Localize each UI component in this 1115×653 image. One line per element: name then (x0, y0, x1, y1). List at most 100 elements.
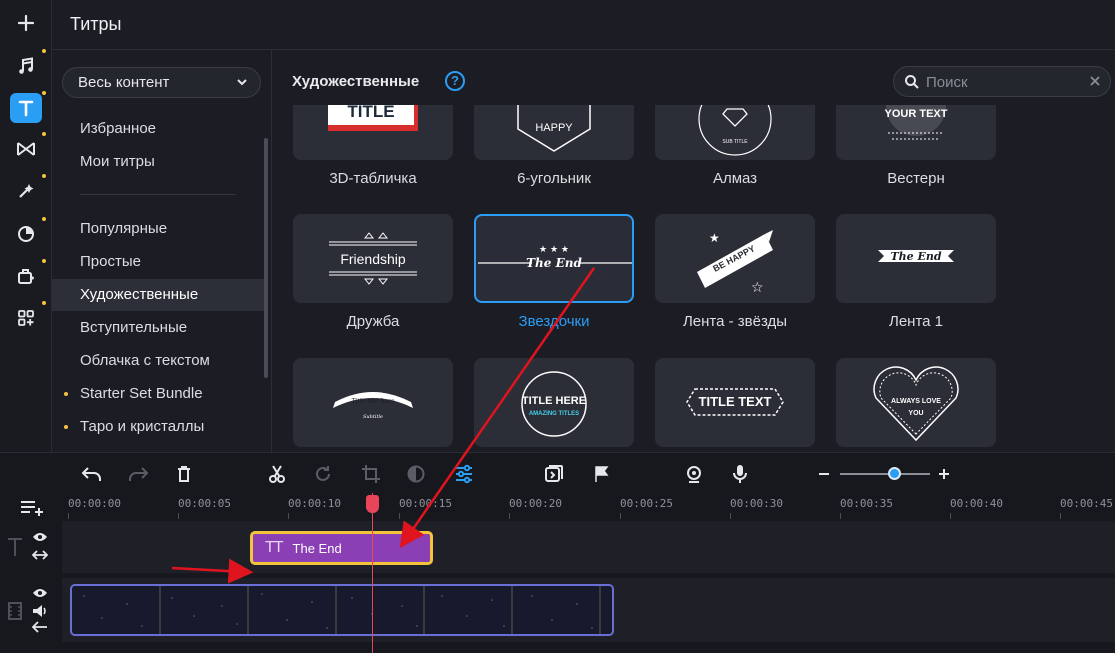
category-artistic[interactable]: Художественные (52, 279, 264, 311)
new-dot (42, 91, 46, 95)
link-icon[interactable] (32, 549, 48, 561)
title-preview: The End ★ ★ ★ (478, 245, 632, 270)
sliders-icon (456, 464, 472, 484)
video-track-icon (8, 602, 22, 620)
search-box[interactable] (893, 66, 1111, 97)
category-label: Художественные (80, 286, 199, 303)
svg-text:AMAZING TITLES: AMAZING TITLES (529, 411, 579, 417)
rotate-button[interactable] (311, 462, 335, 486)
category-intro[interactable]: Вступительные (52, 312, 264, 344)
tile-label: Звездочки (518, 313, 590, 330)
ruler-tick (399, 513, 400, 519)
titles-button[interactable] (10, 91, 46, 123)
svg-text:TITLE TEXT: TITLE TEXT (699, 394, 772, 409)
category-label: Облачка с текстом (80, 352, 210, 369)
marker-button[interactable] (590, 462, 614, 486)
ruler-tick (68, 513, 69, 519)
titles-library: Художественные ? TITLE 3D-табличка (273, 50, 1115, 452)
crop-button[interactable] (359, 462, 383, 486)
timeline-panel: 00:00:00 00:00:05 00:00:10 00:00:15 00:0… (0, 452, 1115, 653)
timeline-toolbar (0, 453, 1115, 493)
effects-button[interactable] (10, 174, 46, 206)
clear-search-icon[interactable] (1088, 74, 1102, 88)
content-filter-dropdown[interactable]: Весь контент (62, 67, 261, 98)
new-dot (42, 301, 46, 305)
zoom-in-button[interactable] (932, 462, 956, 486)
color-adjust-button[interactable] (404, 462, 428, 486)
eye-icon[interactable] (32, 531, 48, 543)
svg-text:ALWAYS LOVE: ALWAYS LOVE (891, 398, 941, 405)
add-track-icon[interactable] (20, 497, 44, 517)
delete-button[interactable] (172, 462, 196, 486)
transitions-icon (17, 142, 35, 156)
category-tarot[interactable]: Таро и кристаллы (52, 411, 264, 443)
zoom-slider-track[interactable] (840, 473, 930, 475)
scissors-icon (269, 465, 285, 483)
tile-label: Дружба (346, 313, 400, 330)
plus-icon (939, 469, 949, 479)
sidebar-scrollbar[interactable] (264, 138, 268, 378)
premium-dot (64, 425, 68, 429)
zoom-slider-handle[interactable] (888, 467, 901, 480)
ruler-label: 00:00:45 (1060, 497, 1113, 510)
help-icon[interactable]: ? (445, 71, 465, 91)
overlay-button[interactable] (542, 462, 566, 486)
category-simple[interactable]: Простые (52, 246, 264, 278)
add-media-button[interactable] (10, 8, 42, 38)
svg-text:TITLE: TITLE (347, 105, 394, 121)
title-preview: TITLE TEXT (686, 388, 784, 416)
ruler-tick (730, 513, 731, 519)
title-clip-label: The End (292, 540, 342, 556)
speaker-icon[interactable] (32, 604, 48, 618)
zoom-out-button[interactable] (812, 462, 836, 486)
voice-record-button[interactable] (728, 462, 752, 486)
tile-thumbnail: BE HAPPY ★ ☆ (655, 214, 815, 303)
video-track-header (0, 577, 62, 637)
panel-header: Титры (52, 0, 1115, 50)
new-dot (42, 49, 46, 53)
category-favorites[interactable]: Избранное (52, 113, 264, 145)
redo-icon (129, 467, 149, 481)
ruler-label: 00:00:00 (68, 497, 121, 510)
category-popular[interactable]: Популярные (52, 213, 264, 245)
svg-text:TITLE HERE: TITLE HERE (522, 395, 586, 407)
search-input[interactable] (926, 72, 1076, 92)
eye-icon[interactable] (32, 587, 48, 599)
music-button[interactable] (10, 49, 46, 81)
new-dot (42, 217, 46, 221)
new-dot (42, 259, 46, 263)
svg-text:The End: The End (526, 256, 582, 270)
more-tools-icon (18, 310, 34, 326)
split-button[interactable] (265, 462, 289, 486)
tile-thumbnail: The End ★ ★ ★ (474, 214, 634, 303)
playhead-line[interactable] (372, 493, 373, 653)
more-tools-button[interactable] (10, 301, 46, 333)
redo-button[interactable] (126, 462, 150, 486)
undo-button[interactable] (80, 462, 104, 486)
arrow-left-icon[interactable] (32, 621, 48, 633)
title-track-header (0, 523, 62, 573)
microphone-icon (733, 465, 747, 483)
filters-button[interactable] (10, 217, 46, 249)
svg-text:YOUR TEXT: YOUR TEXT (885, 108, 948, 120)
category-speech-bubbles[interactable]: Облачка с текстом (52, 345, 264, 377)
ruler-label: 00:00:15 (399, 497, 452, 510)
transitions-button[interactable] (10, 132, 46, 164)
filters-icon (18, 226, 34, 242)
playhead-handle[interactable] (366, 495, 379, 513)
contrast-icon (407, 465, 425, 483)
svg-text:★ ★ ★: ★ ★ ★ (539, 245, 569, 255)
chevron-down-icon (237, 79, 247, 86)
ruler-tick (509, 513, 510, 519)
category-starter-set[interactable]: Starter Set Bundle (52, 378, 264, 410)
ruler-tick (950, 513, 951, 519)
clip-properties-button[interactable] (452, 462, 476, 486)
title-clip[interactable]: TT The End (250, 531, 433, 565)
timeline-ruler[interactable]: 00:00:00 00:00:05 00:00:10 00:00:15 00:0… (62, 493, 1115, 521)
trash-icon (178, 466, 190, 482)
category-my-titles[interactable]: Мои титры (52, 146, 264, 178)
stickers-icon (18, 269, 34, 284)
video-clip[interactable] (70, 584, 614, 636)
webcam-record-button[interactable] (682, 462, 706, 486)
stickers-button[interactable] (10, 259, 46, 291)
